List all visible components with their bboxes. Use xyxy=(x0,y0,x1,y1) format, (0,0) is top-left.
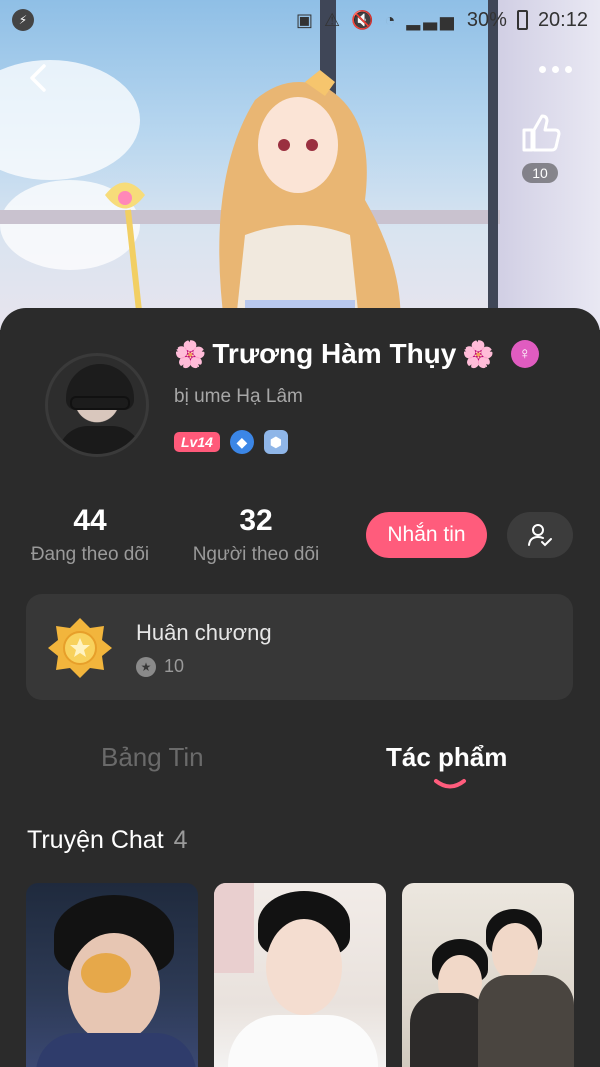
profile-name-text: Trương Hàm Thụy xyxy=(212,338,457,369)
like-count: 10 xyxy=(522,163,558,183)
card-photo-leaf xyxy=(81,953,131,993)
more-options-button[interactable] xyxy=(539,66,572,73)
message-button[interactable]: Nhắn tin xyxy=(366,512,487,558)
avatar-glasses xyxy=(70,396,130,410)
status-icons: ▣ ⚠ 🔇 ◔ ▂▃▅ xyxy=(295,9,457,30)
thumbs-up-icon xyxy=(522,114,561,152)
profile-sheet: 🌸 Trương Hàm Thụy 🌸 ♀ bị ume Hạ Lâm Lv14… xyxy=(0,308,600,1067)
follow-button[interactable] xyxy=(507,512,573,558)
badge-row: Lv14 ◆ ⬢ xyxy=(174,430,288,454)
story-card[interactable] xyxy=(214,883,386,1067)
story-card[interactable] xyxy=(402,883,574,1067)
following-stat[interactable]: 44 Đang theo dõi xyxy=(22,504,158,566)
diamond-badge-icon[interactable]: ◆ xyxy=(229,430,254,454)
medal-count: 10 xyxy=(164,656,185,676)
clock: 20:12 xyxy=(537,8,588,31)
back-button[interactable] xyxy=(22,60,58,96)
active-tab-indicator xyxy=(434,779,466,789)
card-photo-shirt xyxy=(228,1015,378,1067)
tab-news-feed[interactable]: Bảng Tin xyxy=(101,742,204,773)
medal-icon xyxy=(48,618,112,678)
medal-title: Huân chương xyxy=(136,620,272,645)
level-badge[interactable]: Lv14 xyxy=(174,432,220,452)
followers-count: 32 xyxy=(239,504,273,537)
tab-works[interactable]: Tác phẩm xyxy=(386,742,507,773)
card-photo-face xyxy=(266,919,342,1015)
section-title: Truyện Chat 4 xyxy=(27,826,188,855)
following-count: 44 xyxy=(73,504,107,537)
medal-card[interactable]: Huân chương ★ 10 xyxy=(26,594,573,700)
flower-icon: 🌸 xyxy=(174,338,207,369)
chevron-left-icon xyxy=(30,64,46,92)
avatar-body xyxy=(58,426,142,454)
battery-percent: 30% xyxy=(466,8,507,31)
more-icon-dot xyxy=(565,66,572,73)
messenger-icon: ⚡ xyxy=(12,9,34,31)
followers-stat[interactable]: 32 Người theo dõi xyxy=(188,504,324,566)
story-card[interactable] xyxy=(26,883,198,1067)
hexagon-badge-icon[interactable]: ⬢ xyxy=(263,430,288,454)
medal-count-row: ★ 10 xyxy=(136,656,184,677)
profile-banner xyxy=(0,0,600,330)
battery-icon xyxy=(516,10,528,30)
flower-icon: 🌸 xyxy=(462,338,495,369)
female-gender-icon: ♀ xyxy=(510,340,539,368)
following-label: Đang theo dõi xyxy=(30,544,150,565)
followers-label: Người theo dõi xyxy=(192,544,320,565)
card-photo-sweater xyxy=(36,1033,196,1067)
star-icon: ★ xyxy=(136,656,156,677)
avatar[interactable] xyxy=(45,353,149,457)
more-icon-dot xyxy=(539,66,546,73)
card-photo-jacket xyxy=(478,975,574,1067)
section-count: 4 xyxy=(173,826,188,854)
like-button[interactable]: 10 xyxy=(516,110,564,183)
status-bar: ⚡ ▣ ⚠ 🔇 ◔ ▂▃▅ 30% 20:12 xyxy=(0,0,600,40)
profile-subtitle: bị ume Hạ Lâm xyxy=(174,386,303,407)
more-icon-dot xyxy=(552,66,559,73)
anime-character-illustration xyxy=(0,0,500,330)
user-check-icon xyxy=(528,524,552,547)
card-photo-background xyxy=(214,883,254,973)
card-photo-face xyxy=(492,923,538,981)
profile-name: 🌸 Trương Hàm Thụy 🌸 ♀ xyxy=(174,338,539,370)
section-title-text: Truyện Chat xyxy=(27,826,164,854)
